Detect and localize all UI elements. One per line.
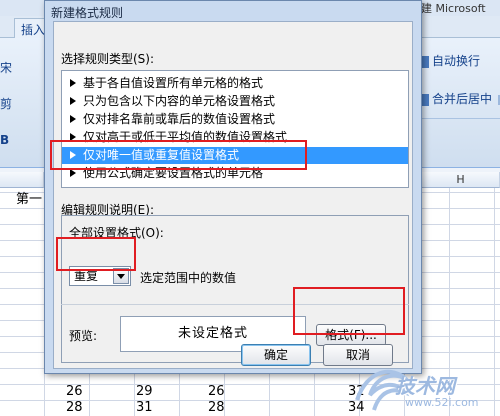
watermark-url: www.52i.com xyxy=(405,396,479,409)
rule-type-label: 选择规则类型(S): xyxy=(61,52,155,66)
cell[interactable]: 29 xyxy=(136,384,153,399)
wrap-text-button[interactable]: 自动换行 xyxy=(415,52,480,69)
watermark-text: 技术网 xyxy=(395,374,455,398)
bullet-arrow-icon xyxy=(70,79,76,87)
rule-type-item[interactable]: 基于各自值设置所有单元格的格式 xyxy=(62,75,408,92)
format-all-suffix: 选定范围中的数值 xyxy=(140,271,237,285)
highlight-format-button xyxy=(293,287,405,335)
cell[interactable]: 26 xyxy=(66,384,83,399)
bullet-arrow-icon xyxy=(70,169,76,177)
cell[interactable]: 28 xyxy=(66,400,83,415)
cut-fragment[interactable]: 剪 xyxy=(0,86,12,122)
bold-fragment[interactable]: B xyxy=(0,122,12,158)
column-header-corner[interactable] xyxy=(0,172,44,188)
highlight-duplicate-select xyxy=(56,237,136,271)
bullet-arrow-icon xyxy=(70,115,76,123)
font-name-fragment[interactable]: 宋 xyxy=(0,50,12,86)
wrap-text-label: 自动换行 xyxy=(432,54,481,68)
cell-first[interactable]: 第一 xyxy=(16,188,42,207)
rule-type-item[interactable]: 只为包含以下内容的单元格设置格式 xyxy=(62,93,408,110)
duplicate-unique-value: 重复 xyxy=(74,269,99,283)
ribbon-left-fragment: 宋 剪 B xyxy=(0,50,12,158)
column-header-H[interactable]: H xyxy=(422,172,500,188)
cell[interactable]: 28 xyxy=(208,400,225,415)
merge-center-button[interactable]: 合并后居中 xyxy=(415,90,500,107)
rule-type-list[interactable]: 基于各自值设置所有单元格的格式 只为包含以下内容的单元格设置格式 仅对排名靠前或… xyxy=(61,70,409,188)
cell[interactable]: 31 xyxy=(136,400,153,415)
rule-type-item[interactable]: 仅对排名靠前或靠后的数值设置格式 xyxy=(62,111,408,128)
dialog-title: 新建格式规则 xyxy=(51,6,124,20)
bullet-arrow-icon xyxy=(70,97,76,105)
merge-center-label: 合并后居中 xyxy=(432,92,493,106)
ok-button[interactable]: 确定 xyxy=(241,344,311,366)
highlight-selected-rule xyxy=(50,140,307,170)
cell[interactable]: 26 xyxy=(208,384,225,399)
preview-label: 预览: xyxy=(69,329,98,343)
